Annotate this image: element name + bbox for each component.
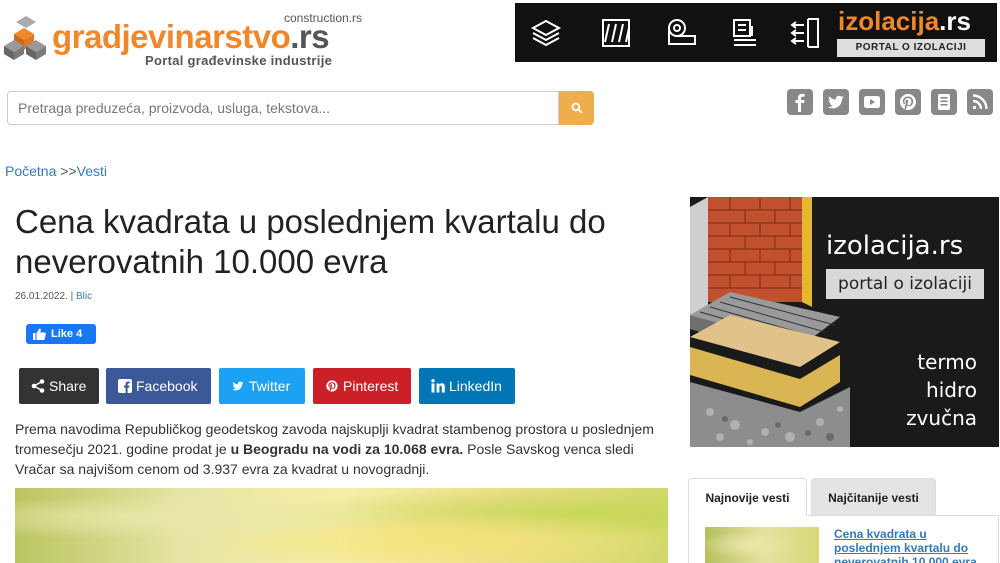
like-count: 4	[76, 328, 83, 340]
rss-icon	[972, 94, 988, 110]
search-icon	[571, 102, 583, 114]
search-button[interactable]	[559, 91, 594, 125]
logo-tagline: Portal građevinske industrije	[145, 53, 333, 68]
top-ad-banner[interactable]: izolacija.rs PORTAL O IZOLACIJI	[515, 3, 997, 62]
wall-panel-icon	[602, 19, 630, 47]
banner-subtitle: PORTAL O IZOLACIJI	[837, 39, 985, 57]
like-label: Like	[51, 328, 74, 340]
article-image	[15, 488, 668, 563]
social-youtube[interactable]	[859, 89, 885, 115]
article-lead: Prema navodima Republičkog geodetskog za…	[15, 421, 654, 477]
insulation-layers-icon	[530, 19, 562, 47]
article-title: Cena kvadrata u poslednjem kvartalu do n…	[15, 203, 606, 280]
share-twitter-button[interactable]: Twitter	[219, 368, 305, 404]
article-source-link[interactable]: Blic	[76, 291, 92, 302]
sidebar-ad-line-termo: termo	[917, 350, 977, 374]
site-logo[interactable]: construction.rs gradjevinarstvo.rs Porta…	[2, 8, 372, 70]
insulation-roll-icon	[668, 19, 696, 45]
facebook-square-icon	[118, 379, 132, 393]
facebook-like-button[interactable]: Like 4	[26, 324, 96, 344]
news-item-thumbnail[interactable]	[705, 527, 819, 563]
breadcrumb-current-link[interactable]: Vesti	[77, 163, 107, 179]
social-pinterest[interactable]	[895, 89, 921, 115]
pinterest-icon	[900, 94, 916, 110]
sidebar-ad-line-zvucna: zvučna	[906, 406, 977, 430]
share-facebook-button[interactable]: Facebook	[106, 368, 211, 404]
pinterest-icon	[326, 380, 338, 392]
news-item-title[interactable]: Cena kvadrata u poslednjem kvartalu do n…	[834, 527, 994, 563]
breadcrumb-home-link[interactable]: Početna	[5, 163, 56, 179]
share-icon	[31, 379, 45, 393]
logo-cubes-icon	[4, 16, 46, 60]
search-input[interactable]	[7, 91, 559, 125]
share-pinterest-button[interactable]: Pinterest	[313, 368, 411, 404]
social-rss[interactable]	[967, 89, 993, 115]
sidebar-ad-line-hidro: hidro	[926, 378, 977, 402]
social-newsletter[interactable]	[931, 89, 957, 115]
sidebar-ad-brand: izolacija.rs	[826, 231, 964, 261]
lead-highlight: u Beogradu na vodi za 10.068 evra.	[230, 441, 464, 457]
heat-loss-wall-icon	[790, 18, 819, 48]
breadcrumb: Početna >>Vesti	[5, 163, 107, 179]
linkedin-icon	[431, 379, 445, 393]
social-facebook[interactable]	[787, 89, 813, 115]
sidebar-ad-subtitle: portal o izolaciji	[826, 269, 984, 299]
logo-name: gradjevinarstvo.rs	[52, 18, 330, 55]
banner-brand: izolacija.rs	[838, 6, 971, 36]
article-date: 26.01.2022.	[15, 291, 68, 302]
newsletter-icon	[938, 94, 950, 110]
article-meta: 26.01.2022. | Blic	[15, 291, 93, 302]
breadcrumb-separator: >>	[60, 163, 77, 179]
youtube-icon	[864, 96, 880, 108]
tab-most-read-news[interactable]: Najčitanije vesti	[811, 478, 936, 516]
share-linkedin-button[interactable]: LinkedIn	[419, 368, 515, 404]
thumbs-up-icon	[33, 328, 46, 340]
share-button[interactable]: Share	[19, 368, 99, 404]
tab-latest-news[interactable]: Najnovije vesti	[688, 478, 807, 516]
twitter-icon	[827, 95, 844, 109]
document-layers-icon	[733, 19, 756, 46]
facebook-icon	[795, 93, 805, 112]
twitter-icon	[232, 381, 244, 391]
social-twitter[interactable]	[823, 89, 849, 115]
sidebar-ad-banner[interactable]: izolacija.rs portal o izolaciji termo hi…	[690, 197, 999, 447]
